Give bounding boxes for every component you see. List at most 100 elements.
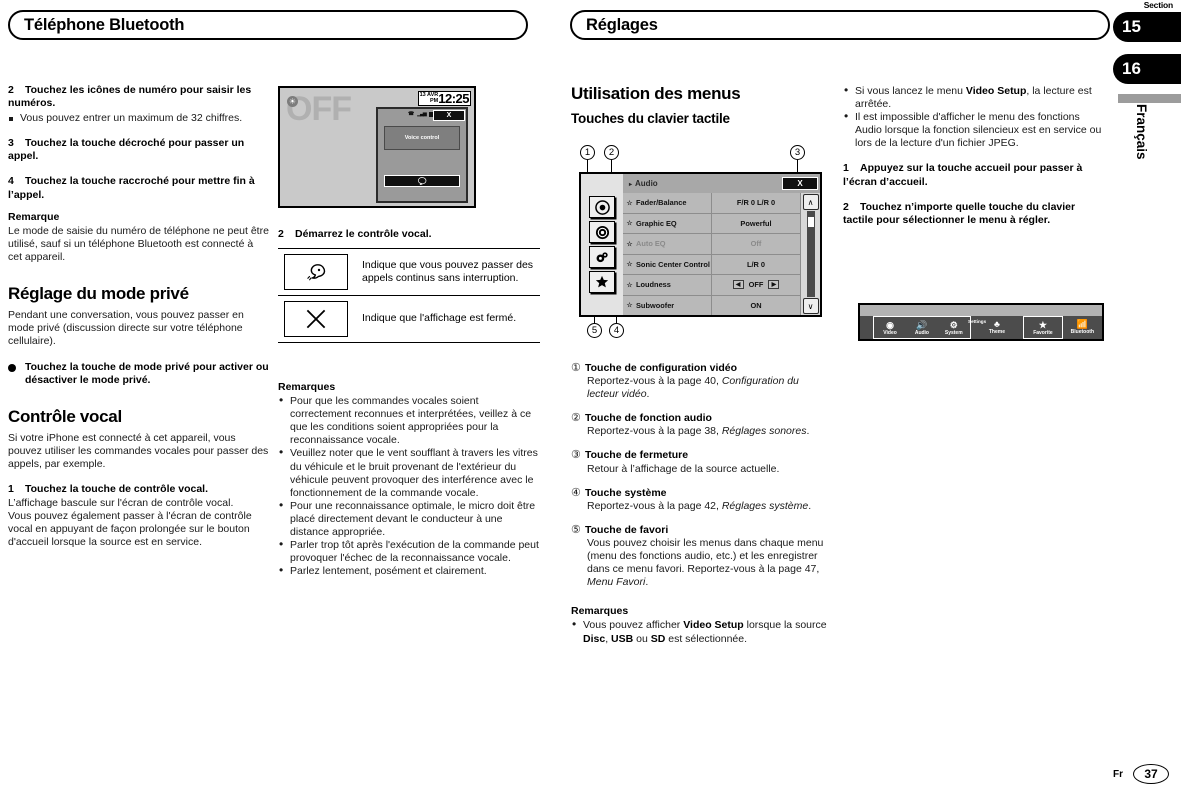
menu-row-loudness[interactable]: ☆ Loudness ◀ OFF ▶ (623, 275, 800, 296)
menu-row-graphic-eq[interactable]: ☆ Graphic EQ Powerful (623, 213, 800, 234)
callout-body-em: Réglages système (721, 499, 809, 512)
audio-function-icon[interactable] (589, 221, 615, 243)
voice-control-label: Voice control (384, 126, 460, 150)
favorite-star-outline-icon[interactable]: ☆ (623, 219, 636, 227)
callout-body: Retour à l’affichage de la source actuel… (571, 463, 833, 476)
step-4: 4 Touchez la touche raccroché pour mettre… (8, 175, 270, 202)
audio-menu-screenshot-figure: 1 2 3 4 5 ▸ Audio X ☆ Fader/Balance F/R … (571, 140, 833, 355)
scroll-up-icon[interactable]: ∧ (802, 194, 819, 210)
callout-body: Reportez-vous à la page 38, Réglages son… (571, 425, 833, 438)
video-setup-icon[interactable] (589, 196, 615, 218)
table-row: Indique que vous pouvez passer des appel… (278, 249, 540, 296)
callout-4: 4 (609, 323, 624, 338)
toolbar-group-main: ◉ Video 🔊 Audio ⚙ System (873, 316, 971, 339)
callout-3: 3 (790, 145, 805, 160)
step-2-start-number: 2 (278, 228, 284, 240)
list-item: Pour une reconnaissance optimale, le mic… (278, 499, 540, 539)
close-x-icon (284, 301, 348, 337)
callout-body-pre: Reportez-vous à la page 42, (587, 499, 722, 512)
callout-body-pre: Reportez-vous à la page 38, (587, 425, 722, 438)
step-1: 1 Touchez la touche de contrôle vocal. (8, 483, 270, 496)
favorite-star-outline-icon[interactable]: ☆ (623, 301, 636, 309)
toolbar-button-label: Video (883, 329, 897, 336)
heading-voice-control: Contrôle vocal (8, 407, 122, 427)
menu-row-sonic-center-control[interactable]: ☆ Sonic Center Control L/R 0 (623, 254, 800, 275)
menu-main: Audio X ☆ Fader/Balance F/R 0 L/R 0 ☆ Gr… (623, 174, 820, 315)
toolbar-button-label: System (944, 329, 963, 336)
favorite-star-icon[interactable] (589, 271, 615, 293)
remark-text-i: est sélectionnée. (665, 632, 748, 645)
toolbar-button-bluetooth[interactable]: 📶 Bluetooth (1063, 316, 1102, 337)
remark-text-a: Si vous lancez le menu (855, 85, 966, 97)
menu-row-label: Loudness (636, 280, 671, 290)
callout-title: Touche de favori (585, 523, 669, 536)
column-3-callout-list: ① Touche de configuration vidéo Reportez-… (571, 362, 833, 646)
list-item: Veuillez noter que le vent soufflant à t… (278, 446, 540, 499)
remark-text: Le mode de saisie du numéro de téléphone… (8, 224, 269, 264)
callout-marker: ③ (571, 449, 581, 462)
home-toolbar-screenshot: ◉ Video 🔊 Audio ⚙ System ♣ Theme ★ Favor… (858, 303, 1104, 341)
list-item: Pour que les commandes vocales soient co… (278, 394, 540, 447)
close-button[interactable]: X (433, 110, 465, 121)
favorite-star-outline-icon[interactable]: ☆ (623, 199, 636, 207)
toolbar-button-system[interactable]: ⚙ System (938, 317, 970, 338)
stepper-left-button[interactable]: ◀ (732, 280, 744, 290)
page-number: 37 (1133, 764, 1169, 784)
toolbar-button-label: Audio (914, 329, 929, 336)
clock-ampm: PM (430, 97, 439, 104)
running-head-left-title: Téléphone Bluetooth (24, 15, 185, 34)
remark-term-video-setup: Video Setup (683, 619, 744, 632)
callout-body-post: . (646, 388, 650, 401)
callout-title: Touche de fonction audio (585, 412, 712, 425)
callout-body-em: Réglages sonores (721, 425, 807, 438)
voice-talk-icon (284, 254, 348, 290)
toolbar-button-favorite[interactable]: ★ Favorite (1024, 317, 1061, 338)
phone-status-icon: ☎ (408, 111, 415, 117)
voice-control-screenshot: OFF ☀ 13 AVR PM 12:25 ☎ ▁▃▅ X Voice cont… (278, 86, 476, 208)
close-button[interactable]: X (782, 177, 818, 190)
remark-heading: Remarque (8, 210, 60, 223)
language-code: Fr (1113, 768, 1123, 780)
toolbar-button-video[interactable]: ◉ Video (874, 317, 906, 338)
callout-body-pre: Reportez-vous à la page 40, (587, 375, 722, 388)
favorite-star-outline-icon[interactable]: ☆ (623, 260, 636, 268)
toolbar-button-audio[interactable]: 🔊 Audio (906, 317, 938, 338)
scroll-down-icon[interactable]: ∨ (802, 298, 819, 314)
system-icon[interactable] (589, 246, 615, 268)
step-2-start-voice: 2 Démarrez le contrôle vocal. (278, 228, 540, 241)
list-item: Si vous lancez le menu Video Setup, la l… (843, 84, 1105, 111)
menu-row-fader-balance[interactable]: ☆ Fader/Balance F/R 0 L/R 0 (623, 193, 800, 214)
remarks-list: Vous pouvez afficher Video Setup lorsque… (571, 618, 833, 645)
stepper-right-button[interactable]: ▶ (768, 280, 780, 290)
step-1: 1 Appuyez sur la touche accueil pour pass… (843, 162, 1105, 189)
callout-marker: ④ (571, 486, 581, 499)
toolbar-group-bluetooth: 📶 Bluetooth (1063, 316, 1102, 339)
list-item: Vous pouvez afficher Video Setup lorsque… (571, 618, 833, 645)
scrollbar-track[interactable] (806, 211, 815, 297)
toolbar-settings-label: Settings (968, 319, 987, 324)
voice-talk-icon[interactable] (384, 175, 460, 187)
menu-scrollbar[interactable]: ∧ ∨ (800, 193, 820, 315)
step-3-text: Touchez la touche décroché pour passer u… (8, 136, 245, 162)
running-head-right: Réglages (570, 10, 1110, 40)
menu-row-subwoofer[interactable]: ☆ Subwoofer ON (623, 295, 800, 315)
remark-term-usb: USB (611, 632, 634, 645)
step-2-number: 2 (8, 84, 14, 96)
callout-item-5: ⑤ Touche de favori Vous pouvez choisir le… (571, 524, 833, 589)
step-2-notes: Vous pouvez entrer un maximum de 32 chif… (8, 112, 270, 125)
callout-body: Reportez-vous à la page 42, Réglages sys… (571, 500, 833, 513)
clock-time: 12:25 (438, 91, 469, 106)
list-item: Vous pouvez entrer un maximum de 32 chif… (8, 112, 270, 125)
step-3: 3 Touchez la touche décroché pour passer … (8, 137, 270, 164)
private-mode-bullet: Touchez la touche de mode privé pour act… (8, 361, 270, 388)
menu-row-value: F/R 0 L/R 0 (711, 193, 800, 213)
menu-row-auto-eq: ☆ Auto EQ Off (623, 234, 800, 255)
menu-row-value: Off (711, 234, 800, 254)
scrollbar-thumb[interactable] (807, 217, 814, 227)
favorite-star-outline-icon[interactable]: ☆ (623, 281, 636, 289)
remark-term-disc: Disc (583, 632, 606, 645)
toolbar-button-label: Favorite (1033, 329, 1053, 336)
menu-row-value-stepper: ◀ OFF ▶ (711, 275, 800, 295)
menu-row-value: ON (711, 295, 800, 315)
column-2-remarks: Remarques Pour que les commandes vocales… (278, 381, 540, 578)
